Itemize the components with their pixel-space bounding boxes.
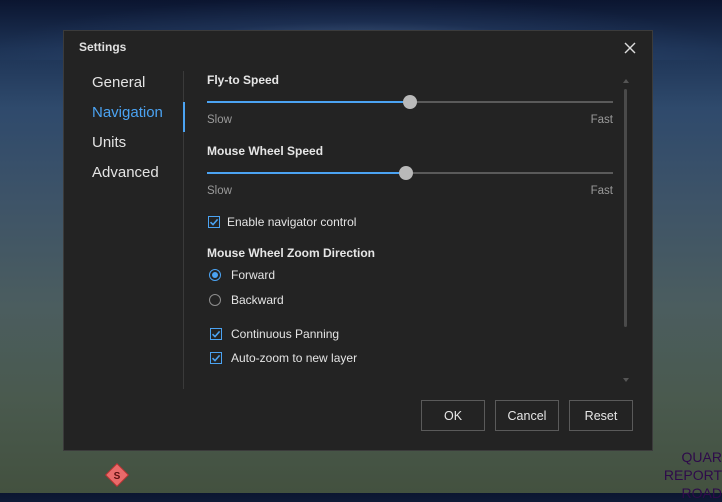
sidebar-item-general[interactable]: General: [92, 74, 145, 91]
scroll-up-icon[interactable]: [623, 79, 629, 83]
slider-fill: [207, 172, 406, 174]
checkmark-icon: [208, 216, 220, 228]
slider-fill: [207, 101, 410, 103]
radio-unselected-icon: [209, 294, 221, 306]
svg-text:S: S: [114, 471, 121, 482]
zoom-forward-label: Forward: [231, 268, 276, 282]
content-scrollbar[interactable]: [623, 75, 629, 385]
wheel-fast-label: Fast: [590, 185, 613, 197]
mouse-wheel-speed-label: Mouse Wheel Speed: [207, 144, 324, 158]
continuous-panning-label: Continuous Panning: [231, 327, 340, 341]
zoom-forward-radio[interactable]: Forward: [209, 267, 275, 283]
settings-dialog: Settings General Navigation Units Advanc…: [63, 30, 653, 451]
zoom-backward-radio[interactable]: Backward: [209, 292, 284, 308]
fly-to-speed-label: Fly-to Speed: [207, 73, 280, 87]
fly-to-speed-slider[interactable]: [207, 95, 613, 109]
auto-zoom-label: Auto-zoom to new layer: [231, 351, 358, 365]
zoom-direction-label: Mouse Wheel Zoom Direction: [207, 246, 376, 260]
fly-to-fast-label: Fast: [590, 114, 613, 126]
zoom-backward-label: Backward: [231, 293, 284, 307]
continuous-panning-checkbox[interactable]: Continuous Panning: [210, 326, 339, 342]
fly-to-slow-label: Slow: [207, 114, 232, 126]
auto-zoom-checkbox[interactable]: Auto-zoom to new layer: [210, 350, 357, 366]
radio-selected-icon: [209, 269, 221, 281]
reset-button[interactable]: Reset: [569, 400, 633, 431]
ok-button[interactable]: OK: [421, 400, 485, 431]
sidebar-item-navigation[interactable]: Navigation: [92, 104, 163, 121]
checkmark-icon: [210, 328, 222, 340]
mouse-wheel-speed-slider[interactable]: [207, 166, 613, 180]
slider-thumb[interactable]: [403, 95, 417, 109]
scroll-thumb[interactable]: [624, 89, 627, 327]
enable-navigator-label: Enable navigator control: [227, 215, 357, 229]
enable-navigator-checkbox[interactable]: Enable navigator control: [208, 214, 356, 230]
scroll-down-icon[interactable]: [623, 378, 629, 382]
sidebar-item-units[interactable]: Units: [92, 134, 126, 151]
dialog-title: Settings: [79, 40, 127, 54]
map-label: QUAR REPORT ROAD: [663, 449, 722, 501]
close-icon[interactable]: [621, 39, 639, 57]
cancel-button[interactable]: Cancel: [495, 400, 559, 431]
wheel-slow-label: Slow: [207, 185, 232, 197]
slider-thumb[interactable]: [398, 166, 413, 180]
sidebar-active-indicator: [183, 102, 185, 132]
checkmark-icon: [210, 352, 222, 364]
map-marker-icon[interactable]: S: [104, 462, 130, 488]
settings-sidebar: General Navigation Units Advanced: [64, 71, 185, 391]
sidebar-item-advanced[interactable]: Advanced: [92, 164, 159, 181]
